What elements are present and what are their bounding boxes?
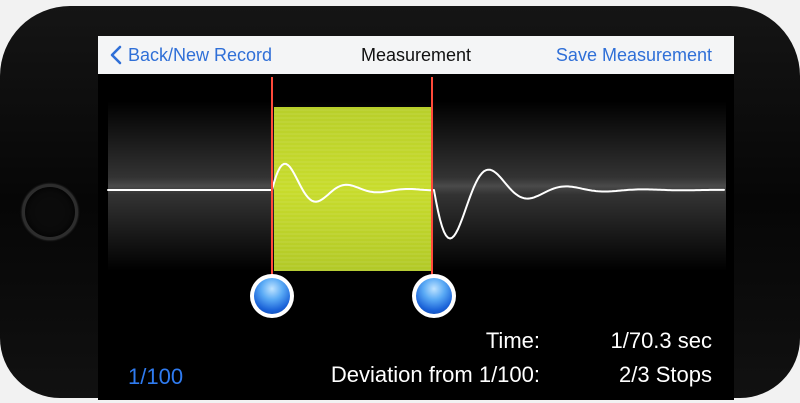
screen: Back/New Record Measurement Save Measure…	[98, 36, 734, 400]
phone-frame: Back/New Record Measurement Save Measure…	[0, 6, 800, 400]
deviation-value: 2/3 Stops	[619, 362, 712, 387]
left-marker-line[interactable]	[271, 77, 273, 283]
time-value: 1/70.3 sec	[610, 328, 712, 353]
right-marker-line[interactable]	[431, 77, 433, 283]
shutter-setting-button[interactable]: 1/100	[128, 364, 183, 390]
blue-sphere-icon	[254, 278, 290, 314]
blue-sphere-icon	[416, 278, 452, 314]
right-marker-handle[interactable]	[412, 274, 456, 318]
home-button[interactable]	[22, 184, 78, 240]
time-label: Time:	[485, 328, 540, 353]
left-marker-handle[interactable]	[250, 274, 294, 318]
deviation-label: Deviation from 1/100:	[330, 362, 540, 387]
